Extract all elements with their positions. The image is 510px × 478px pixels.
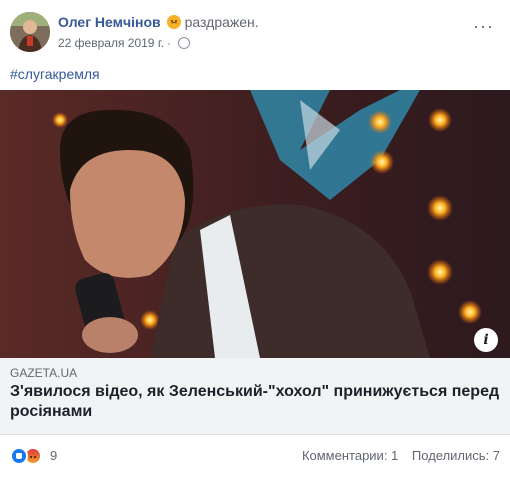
post-meta: 22 февраля 2019 г. · (58, 36, 191, 50)
post-header: Олег Немчінов раздражен. 22 февраля 2019 … (10, 10, 500, 54)
shares-count-link[interactable]: Поделились: 7 (412, 448, 500, 463)
meta-separator: · (167, 36, 172, 50)
link-headline[interactable]: З'явилося відео, як Зеленський-"хохол" п… (10, 382, 500, 422)
post-date-link[interactable]: 22 февраля 2019 г. (58, 36, 164, 50)
author-name-link[interactable]: Олег Немчінов (58, 14, 161, 30)
comments-count-link[interactable]: Комментарии: 1 (302, 448, 398, 463)
avatar[interactable] (10, 12, 50, 52)
author-line: Олег Немчінов раздражен. (58, 14, 259, 30)
feeling-text: раздражен. (184, 14, 259, 30)
reaction-count: 9 (50, 448, 58, 463)
feed-post: Олег Немчінов раздражен. 22 февраля 2019 … (0, 0, 510, 478)
video-frame-illustration (0, 90, 510, 358)
post-footer: 9 Комментарии: 1 Поделились: 7 (0, 436, 510, 476)
link-domain: GAZETA.UA (10, 366, 78, 380)
hashtag-link[interactable]: #слугакремля (10, 66, 100, 82)
video-thumbnail[interactable]: i (0, 90, 510, 358)
engagement-stats: Комментарии: 1 Поделились: 7 (302, 448, 500, 463)
link-preview[interactable]: GAZETA.UA З'явилося відео, як Зеленський… (0, 358, 510, 435)
info-button[interactable]: i (474, 328, 498, 352)
more-options-button[interactable]: ··· (473, 16, 494, 37)
like-reaction-icon (10, 447, 28, 465)
globe-icon[interactable] (178, 37, 191, 49)
angry-face-icon (166, 15, 181, 29)
